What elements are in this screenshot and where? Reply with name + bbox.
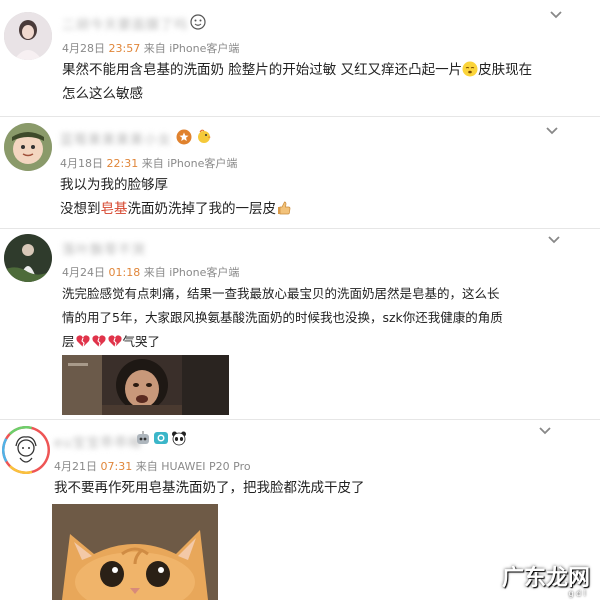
comment-item: 二胡今天要面膜了吗 4月28日 23:57 来自 iPhone客户端 果然不能用… — [0, 0, 600, 116]
avatar[interactable] — [4, 234, 52, 282]
verified-badge-icon — [176, 129, 192, 145]
broken-heart-icon — [107, 333, 123, 349]
avatar[interactable] — [2, 426, 50, 474]
source-device[interactable]: iPhone客户端 — [169, 42, 239, 55]
comment-line: 情的用了5年，大家跟风换氨基酸洗面奶的时候我也没换，szk你还我健康的角质 — [62, 310, 503, 325]
robot-icon — [135, 430, 151, 446]
comment-time: 23:57 — [108, 42, 141, 55]
source-device[interactable]: HUAWEI P20 Pro — [161, 460, 250, 473]
chick-icon — [196, 128, 212, 144]
comment-feed: 二胡今天要面膜了吗 4月28日 23:57 来自 iPhone客户端 果然不能用… — [0, 0, 600, 600]
chevron-down-icon[interactable] — [538, 426, 552, 436]
watermark-logo: 广东龙网 — [501, 565, 590, 591]
comment-line: 皮肤现在 — [478, 62, 533, 78]
comment-text: 我不要再作死用皂基洗面奶了，把我脸都洗成干皮了 — [54, 476, 365, 500]
broken-heart-icon — [91, 333, 107, 349]
source-prefix: 来自 — [143, 42, 166, 55]
comment-text: 我以为我的脸够厚 没想到皂基洗面奶洗掉了我的一层皮 — [60, 173, 292, 221]
username[interactable]: 二胡今天要面膜了吗 — [62, 14, 188, 33]
comment-meta: 4月28日 23:57 来自 iPhone客户端 — [62, 40, 239, 56]
comment-line: 洗完脸感觉有点刺痛，结果一查我最放心最宝贝的洗面奶居然是皂基的，这么长 — [62, 286, 500, 301]
comment-time: 01:18 — [108, 266, 141, 279]
source-prefix: 来自 — [135, 460, 158, 473]
source-device[interactable]: iPhone客户端 — [167, 157, 237, 170]
username[interactable]: 蓝莓果果果果小女 — [60, 129, 172, 148]
comment-line: 我不要再作死用皂基洗面奶了，把我脸都洗成干皮了 — [54, 480, 365, 496]
comment-time: 22:31 — [106, 157, 139, 170]
comment-line: 气哭了 — [122, 334, 161, 349]
username[interactable]: 落叶飘零不哭 — [62, 239, 146, 258]
sleepy-face-icon — [462, 61, 478, 77]
chevron-down-icon[interactable] — [545, 126, 559, 136]
comment-date: 4月21日 — [54, 460, 97, 473]
chevron-down-icon[interactable] — [547, 235, 561, 245]
comment-time: 07:31 — [100, 460, 133, 473]
source-device[interactable]: iPhone客户端 — [169, 266, 239, 279]
comment-meta: 4月18日 22:31 来自 iPhone客户端 — [60, 155, 237, 171]
source-prefix: 来自 — [141, 157, 164, 170]
comment-item: 蓝莓果果果果小女 4月18日 22:31 来自 iPhone客户端 我以为我的脸… — [0, 117, 600, 228]
comment-line: 洗面奶洗掉了我的一层皮 — [127, 201, 277, 217]
comment-meta: 4月21日 07:31 来自 HUAWEI P20 Pro — [54, 458, 251, 474]
comment-item: 落叶飘零不哭 4月24日 01:18 来自 iPhone客户端 洗完脸感觉有点刺… — [0, 229, 600, 419]
comment-line: 果然不能用含皂基的洗面奶 脸整片的开始过敏 又红又痒还凸起一片 — [62, 62, 463, 78]
source-prefix: 来自 — [143, 266, 166, 279]
cat-image[interactable] — [52, 504, 218, 600]
camera-icon — [153, 430, 169, 446]
comment-line: 层 — [62, 334, 75, 349]
meme-image[interactable] — [62, 355, 229, 415]
comment-line: 怎么这么敏感 — [62, 86, 143, 102]
comment-line: 我以为我的脸够厚 — [60, 177, 168, 193]
comment-text: 洗完脸感觉有点刺痛，结果一查我最放心最宝贝的洗面奶居然是皂基的，这么长 情的用了… — [62, 282, 503, 354]
watermark-subtext: g d l — [568, 589, 586, 598]
comment-date: 4月24日 — [62, 266, 105, 279]
comment-meta: 4月24日 01:18 来自 iPhone客户端 — [62, 264, 239, 280]
thumbs-up-icon — [276, 200, 292, 216]
avatar[interactable] — [4, 123, 52, 171]
comment-date: 4月28日 — [62, 42, 105, 55]
emoji-face-badge — [190, 14, 206, 30]
highlight-text: 皂基 — [100, 201, 128, 217]
broken-heart-icon — [75, 333, 91, 349]
panda-icon — [171, 430, 187, 446]
username[interactable]: eu宝宝乖乖睡 — [54, 432, 142, 451]
avatar[interactable] — [4, 12, 52, 60]
comment-text: 果然不能用含皂基的洗面奶 脸整片的开始过敏 又红又痒还凸起一片 皮肤现在 怎么这么… — [62, 58, 532, 106]
comment-date: 4月18日 — [60, 157, 103, 170]
comment-line: 没想到 — [60, 201, 101, 217]
chevron-down-icon[interactable] — [549, 10, 563, 20]
